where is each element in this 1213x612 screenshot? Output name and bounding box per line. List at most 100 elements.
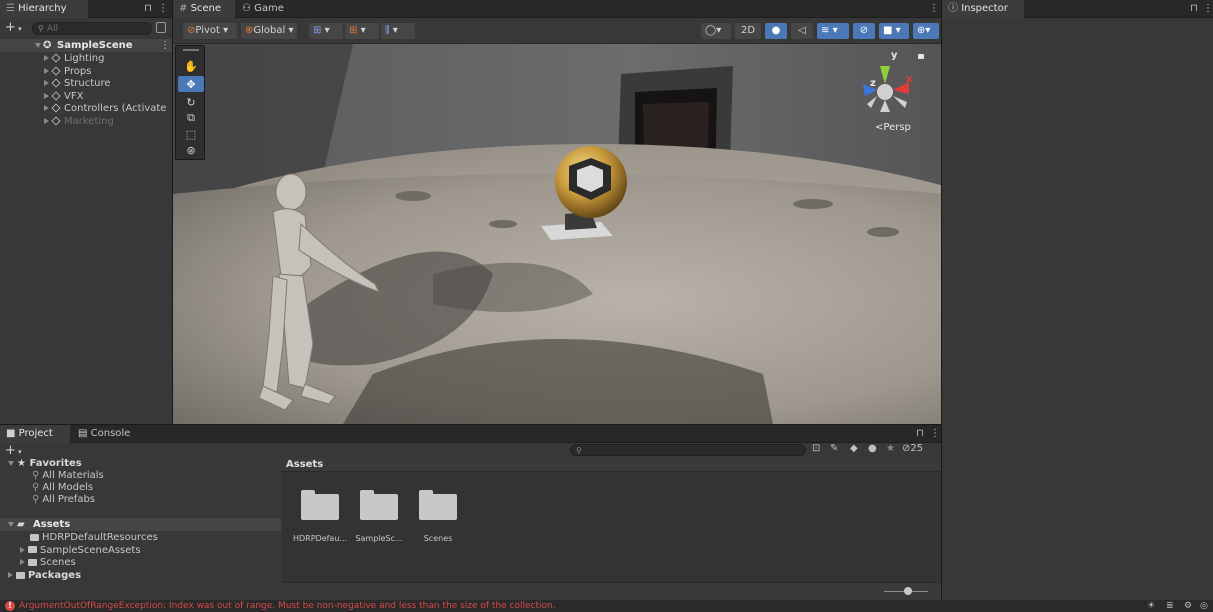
scene-more-menu-icon[interactable]: ⋮ <box>929 0 939 18</box>
pivot-dropdown[interactable]: ⊘Pivot ▾ <box>183 23 237 39</box>
expand-arrow-icon[interactable] <box>44 117 49 124</box>
grid-visibility-icon: ⊞ <box>349 25 358 36</box>
progress-check-icon[interactable]: ◎ <box>1200 600 1208 612</box>
camera-dropdown[interactable]: ■ ▾ <box>879 23 909 39</box>
asset-grid-label[interactable]: HDRPDefau... <box>292 534 348 543</box>
lock-icon[interactable]: ⊓ <box>144 0 152 18</box>
asset-tree-item[interactable]: Scenes <box>20 557 76 569</box>
effects-dropdown[interactable]: ≋ ▾ <box>817 23 849 39</box>
folder-icon <box>16 571 25 579</box>
breadcrumb-assets[interactable]: Assets <box>286 458 323 472</box>
favorite-item[interactable]: ⚲ All Models <box>32 482 93 494</box>
gameobject-cube-icon <box>51 53 61 63</box>
asset-grid-label[interactable]: Scenes <box>410 534 466 543</box>
toggle-2d-button[interactable]: 2D <box>735 23 761 39</box>
hierarchy-search-input[interactable]: ⚲ All <box>32 22 152 35</box>
perspective-toggle[interactable]: <Persp <box>875 122 911 133</box>
hierarchy-item[interactable]: Marketing <box>44 116 170 128</box>
asset-folder-icon[interactable] <box>360 490 398 520</box>
expand-arrow-icon[interactable] <box>44 55 49 61</box>
hierarchy-item[interactable]: VFX <box>44 91 170 103</box>
expand-arrow-icon[interactable] <box>44 92 49 99</box>
unity-scene-icon: ✪ <box>43 40 52 51</box>
asset-folder-icon[interactable] <box>301 490 339 520</box>
asset-folder-icon[interactable] <box>419 490 457 520</box>
inspector-lock-icon[interactable]: ⊓ <box>1190 0 1198 18</box>
star-icon: ★ <box>17 458 30 469</box>
audio-toggle-button[interactable]: ◁ <box>791 23 813 39</box>
auto-generate-lighting-icon[interactable]: ☀ <box>1147 600 1155 612</box>
expand-arrow-icon[interactable] <box>44 67 49 74</box>
tab-inspector[interactable]: ⓘ Inspector <box>942 0 1024 18</box>
search-by-label-icon[interactable]: ✎ <box>830 443 838 454</box>
expand-arrow-icon[interactable] <box>20 559 25 565</box>
hierarchy-item[interactable]: Props <box>44 66 170 78</box>
search-icon: ⚲ <box>32 494 40 505</box>
asset-tree-item[interactable]: SampleSceneAssets <box>20 545 141 557</box>
scene-more-menu-icon[interactable]: ⋮ <box>160 39 170 52</box>
chevron-down-icon: ▾ <box>15 448 22 456</box>
expand-arrow-icon[interactable] <box>44 105 49 111</box>
lighting-toggle-button[interactable]: ● <box>765 23 787 39</box>
camera-icon: ■ <box>883 25 893 36</box>
hierarchy-item[interactable]: Structure <box>44 78 170 90</box>
speaker-icon: ◁ <box>798 25 806 36</box>
global-dropdown[interactable]: ⊕Global ▾ <box>241 23 297 39</box>
tab-game[interactable]: ⚇ Game <box>236 0 292 18</box>
project-search-input[interactable]: ⚲ <box>570 444 806 456</box>
project-more-menu-icon[interactable]: ⋮ <box>930 425 940 443</box>
zoom-slider-thumb[interactable] <box>904 587 913 595</box>
hand-tool-button[interactable]: ✋ <box>178 58 204 74</box>
tag-icon[interactable]: ◆ <box>850 443 858 454</box>
hidden-packages-toggle[interactable]: ⊘25 <box>902 443 923 454</box>
alert-icon[interactable]: ● <box>868 443 877 454</box>
favorites-row[interactable]: ★ Favorites <box>8 458 82 470</box>
error-icon: ! <box>5 601 15 611</box>
inspector-more-menu-icon[interactable]: ⋮ <box>1203 0 1213 18</box>
tab-hierarchy[interactable]: ☰ Hierarchy <box>0 0 88 18</box>
cache-server-icon[interactable]: ≣ <box>1166 600 1174 612</box>
assets-root-row[interactable]: ▰ Assets <box>0 518 281 531</box>
rotate-tool-button[interactable]: ↻ <box>178 94 204 110</box>
packages-row[interactable]: Packages <box>8 570 81 582</box>
project-lock-icon[interactable]: ⊓ <box>916 425 924 443</box>
increment-snap-dropdown[interactable]: ⫼ ▾ <box>381 23 415 39</box>
gizmos-dropdown[interactable]: ⊕▾ <box>913 23 939 39</box>
tab-scene[interactable]: # Scene <box>173 0 235 18</box>
grid-snap-dropdown[interactable]: ⊞ ▾ <box>309 23 343 39</box>
scale-tool-button[interactable]: ⧉ <box>178 110 204 126</box>
rect-tool-button[interactable]: ⬚ <box>178 126 204 142</box>
hierarchy-panel: ☰ Hierarchy ⊓ ⋮ + ▾ ⚲ All ✪ SampleScene … <box>0 0 172 424</box>
tab-console[interactable]: ▤ Console <box>72 425 138 443</box>
gizmo-lock-icon[interactable] <box>918 54 924 59</box>
favorite-item[interactable]: ⚲ All Materials <box>32 470 104 482</box>
search-filter-icon[interactable] <box>156 22 166 33</box>
favorite-item[interactable]: ⚲ All Prefabs <box>32 494 95 506</box>
rect-icon: ⬚ <box>185 127 197 141</box>
palette-drag-handle[interactable] <box>183 49 199 51</box>
scene-viewport[interactable]: y x z <Persp <box>173 44 941 424</box>
scene-visibility-button[interactable]: ⊘ <box>853 23 875 39</box>
hierarchy-add-button[interactable]: + ▾ <box>5 21 29 35</box>
transform-tool-button[interactable]: ⊛ <box>178 142 204 158</box>
favorite-star-icon[interactable]: ★ <box>886 443 895 454</box>
move-tool-button[interactable]: ✥ <box>178 76 204 92</box>
tab-project[interactable]: ■ Project <box>0 425 70 443</box>
status-message[interactable]: ArgumentOutOfRangeException: Index was o… <box>19 600 556 612</box>
expand-arrow-icon[interactable] <box>20 546 25 553</box>
asset-grid-label[interactable]: SampleSc... <box>351 534 407 543</box>
hierarchy-item[interactable]: Controllers (Activate on <box>44 103 170 115</box>
hierarchy-item[interactable]: Lighting <box>44 53 170 65</box>
ruler-icon: ⫼ <box>385 25 390 36</box>
project-add-button[interactable]: + ▾ <box>5 444 22 459</box>
expand-arrow-icon[interactable] <box>44 80 49 86</box>
debug-mode-icon[interactable]: ⚙ <box>1184 600 1192 612</box>
draw-mode-dropdown[interactable]: ◯▾ <box>701 23 731 39</box>
scale-icon: ⧉ <box>187 111 195 124</box>
hierarchy-item-label: Props <box>64 65 92 77</box>
asset-tree-item[interactable]: HDRPDefaultResources <box>30 532 158 544</box>
search-by-type-icon[interactable]: ⊡ <box>812 443 820 454</box>
hierarchy-more-menu-icon[interactable]: ⋮ <box>158 0 168 18</box>
grid-visibility-dropdown[interactable]: ⊞ ▾ <box>345 23 379 39</box>
scene-root-row[interactable]: ✪ SampleScene ⋮ <box>0 39 172 52</box>
